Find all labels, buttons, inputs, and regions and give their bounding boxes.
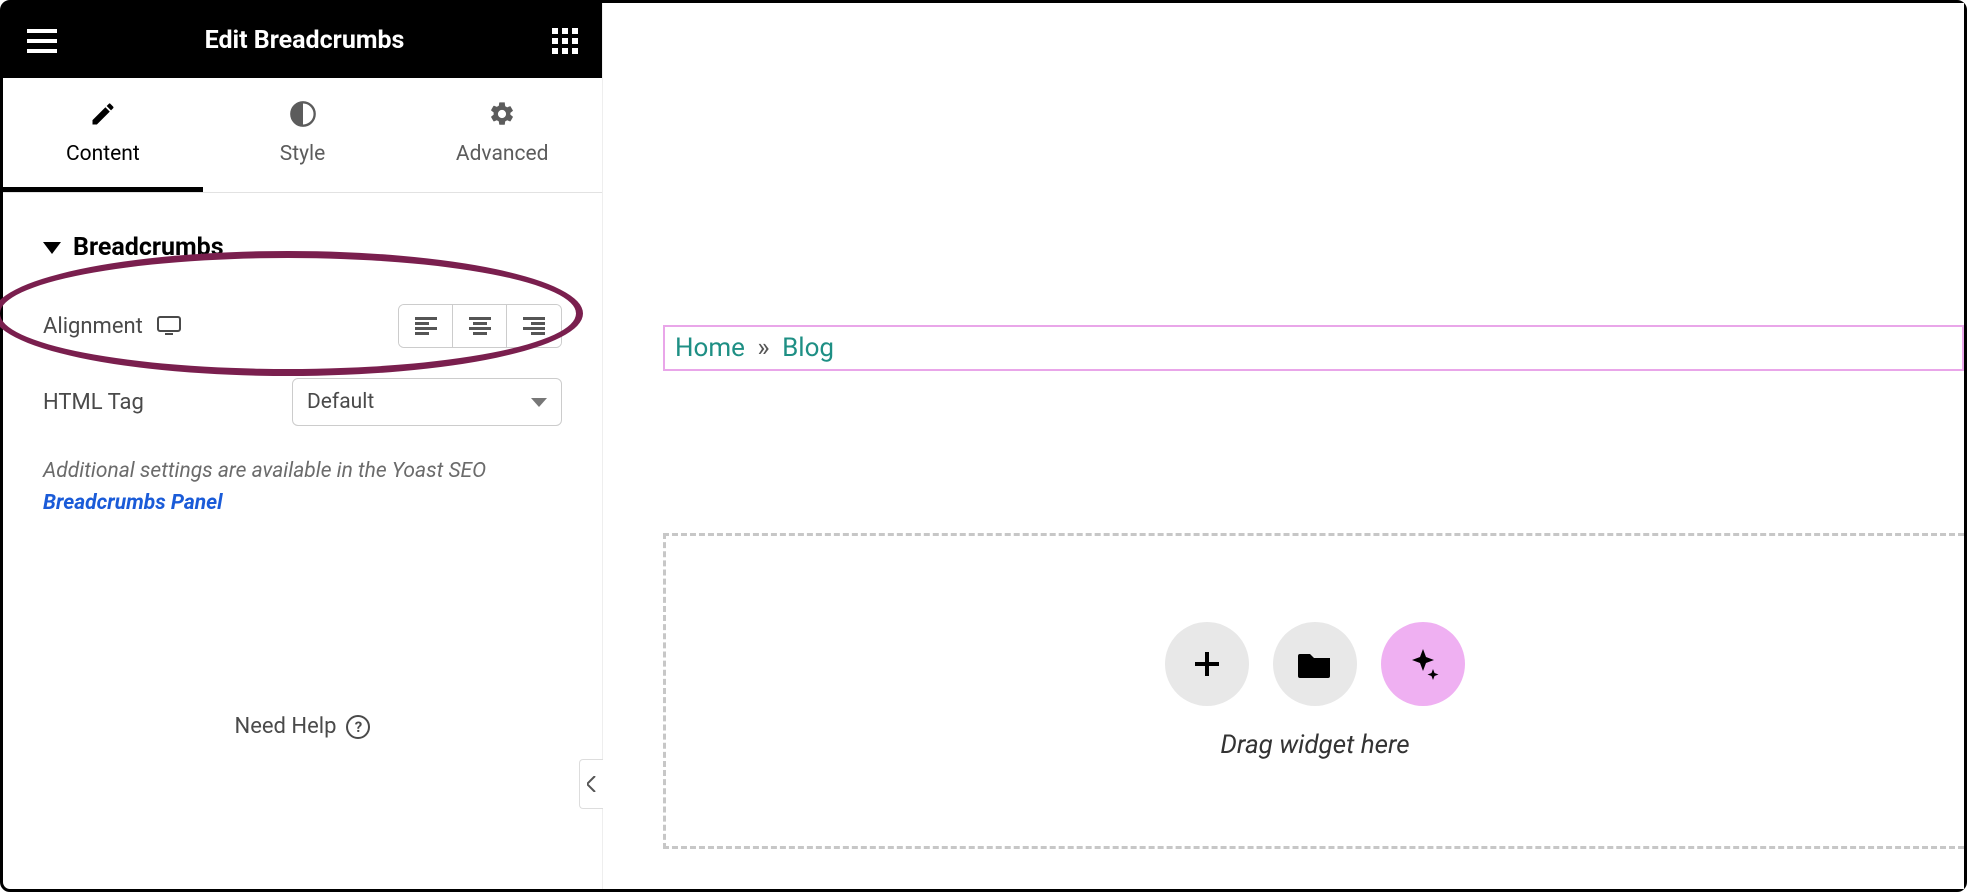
editor-sidebar: Edit Breadcrumbs Content Style — [3, 3, 603, 889]
breadcrumbs-panel-link[interactable]: Breadcrumbs Panel — [43, 491, 223, 515]
align-center-button[interactable] — [453, 305, 507, 347]
editor-canvas: Home » Blog Drag widget here — [603, 3, 1964, 889]
folder-button[interactable] — [1273, 622, 1357, 706]
contrast-icon — [289, 100, 317, 132]
tab-style[interactable]: Style — [203, 78, 403, 192]
pencil-icon — [89, 100, 117, 132]
section-toggle-breadcrumbs[interactable]: Breadcrumbs — [43, 233, 562, 262]
breadcrumbs-widget[interactable]: Home » Blog — [663, 325, 1964, 371]
chevron-down-icon — [531, 398, 547, 407]
alignment-choices — [398, 304, 562, 348]
settings-note: Additional settings are available in the… — [43, 456, 562, 519]
breadcrumb-separator: » — [757, 333, 769, 363]
section-title: Breadcrumbs — [73, 233, 224, 262]
panel-tabs: Content Style Advanced — [3, 78, 602, 193]
tab-style-label: Style — [280, 142, 326, 166]
ai-button[interactable] — [1381, 622, 1465, 706]
need-help-label: Need Help — [235, 714, 337, 739]
widgets-grid-icon[interactable] — [552, 28, 578, 54]
help-icon: ? — [346, 715, 370, 739]
panel-title: Edit Breadcrumbs — [57, 26, 552, 55]
control-html-tag: HTML Tag Default — [43, 378, 562, 426]
need-help[interactable]: Need Help ? — [3, 714, 602, 739]
alignment-label: Alignment — [43, 314, 143, 339]
breadcrumb-page-link[interactable]: Blog — [782, 333, 834, 363]
collapse-sidebar-button[interactable] — [579, 759, 603, 809]
drop-zone-label: Drag widget here — [1220, 730, 1409, 760]
align-left-button[interactable] — [399, 305, 453, 347]
html-tag-value: Default — [307, 390, 374, 414]
add-widget-button[interactable] — [1165, 622, 1249, 706]
html-tag-select[interactable]: Default — [292, 378, 562, 426]
control-alignment: Alignment — [43, 304, 562, 348]
align-right-button[interactable] — [507, 305, 561, 347]
tab-advanced[interactable]: Advanced — [402, 78, 602, 192]
drop-zone[interactable]: Drag widget here — [663, 533, 1964, 849]
desktop-icon[interactable] — [157, 316, 181, 336]
tab-content[interactable]: Content — [3, 78, 203, 192]
caret-down-icon — [43, 242, 61, 254]
tab-content-label: Content — [66, 142, 140, 166]
breadcrumb-home-link[interactable]: Home — [675, 333, 745, 363]
note-prefix: Additional settings are available in the… — [43, 459, 486, 483]
tab-advanced-label: Advanced — [456, 142, 549, 166]
html-tag-label: HTML Tag — [43, 390, 144, 415]
gear-icon — [488, 100, 516, 132]
menu-icon[interactable] — [27, 29, 57, 53]
sidebar-header: Edit Breadcrumbs — [3, 3, 602, 78]
panel-body: Breadcrumbs Alignment — [3, 193, 602, 889]
